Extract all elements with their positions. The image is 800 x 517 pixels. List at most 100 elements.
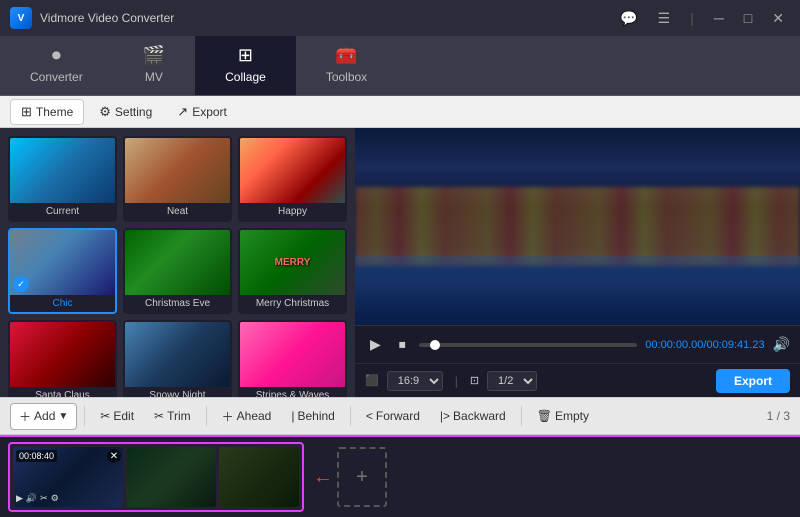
theme-neat[interactable]: Neat xyxy=(123,136,232,222)
volume-clip1-icon[interactable]: 🔊 xyxy=(26,493,37,504)
play-button[interactable]: ▶ xyxy=(365,333,386,356)
theme-button[interactable]: ⊞ Theme xyxy=(10,99,84,125)
app-title: Vidmore Video Converter xyxy=(40,11,174,25)
empty-button[interactable]: 🗑 Empty xyxy=(529,405,597,427)
separator-line: | xyxy=(684,8,700,28)
add-clip-icon: + xyxy=(356,466,368,489)
window-controls[interactable]: 💬 ☰ | ─ □ ✕ xyxy=(614,8,790,29)
tab-toolbox-label: Toolbox xyxy=(326,70,367,84)
theme-grid: Current Neat Happy ✓ Chic Christmas Eve xyxy=(8,136,347,397)
export-sub-button[interactable]: ↗ Export xyxy=(167,100,237,124)
clip3-thumbnail xyxy=(219,447,299,507)
theme-snowy[interactable]: Snowy Night xyxy=(123,320,232,397)
forward-button[interactable]: < Forward xyxy=(358,405,428,427)
edit-clip1-icon[interactable]: ⚙ xyxy=(51,493,59,504)
santa-label: Santa Claus xyxy=(35,390,89,397)
tab-toolbox[interactable]: 🧰 Toolbox xyxy=(296,36,397,95)
theme-santa[interactable]: Santa Claus xyxy=(8,320,117,397)
menu-icon[interactable]: ☰ xyxy=(652,8,677,29)
ahead-label: Ahead xyxy=(237,409,272,423)
christmas-label: Christmas Eve xyxy=(145,298,210,309)
page-counter: 1 / 3 xyxy=(767,409,790,423)
snowy-thumbnail xyxy=(125,322,230,387)
sub-toolbar: ⊞ Theme ⚙ Setting ↗ Export xyxy=(0,96,800,128)
clip1-duration: 00:08:40 xyxy=(16,450,57,462)
happy-label: Happy xyxy=(278,206,307,217)
current-label: Current xyxy=(46,206,79,217)
add-label: Add xyxy=(34,409,55,423)
divider1: | xyxy=(455,374,458,388)
clip1-close[interactable]: ✕ xyxy=(107,449,121,463)
behind-label: Behind xyxy=(297,409,334,423)
preview-controls2: ⬛ 16:9 | ⊡ 1/2 Export xyxy=(355,363,800,397)
app-icon: V xyxy=(10,7,32,29)
preview-panel: ▶ ⏹ 00:00:00.00/00:09:41.23 🔊 ⬛ 16:9 | ⊡… xyxy=(355,128,800,397)
backward-icon: |> xyxy=(440,409,450,423)
forward-icon: < xyxy=(366,409,373,423)
toolbox-icon: 🧰 xyxy=(335,45,357,66)
tab-mv[interactable]: 🎬 MV xyxy=(113,36,195,95)
merry-thumbnail: MERRY xyxy=(240,230,345,295)
clip-2[interactable] xyxy=(126,447,216,507)
clip-3[interactable] xyxy=(219,447,299,507)
arrow-icon: ← xyxy=(313,466,333,489)
volume-icon[interactable]: 🔊 xyxy=(773,336,790,353)
playback-controls: ▶ ⏹ 00:00:00.00/00:09:41.23 🔊 xyxy=(355,325,800,363)
tab-converter[interactable]: ⏺ Converter xyxy=(0,36,113,95)
theme-icon: ⊞ xyxy=(21,104,32,120)
chic-label: Chic xyxy=(52,298,72,309)
edit-icon: ✂ xyxy=(100,409,110,423)
crop-clip1-icon[interactable]: ✂ xyxy=(40,493,48,504)
export-button[interactable]: Export xyxy=(716,369,790,393)
add-dropdown-icon[interactable]: ▼ xyxy=(58,411,68,422)
time-display: 00:00:00.00/00:09:41.23 xyxy=(645,339,764,351)
tab-converter-label: Converter xyxy=(30,70,83,84)
setting-button[interactable]: ⚙ Setting xyxy=(89,100,162,124)
trash-icon: 🗑 xyxy=(537,409,552,423)
theme-current[interactable]: Current xyxy=(8,136,117,222)
ratio-select[interactable]: 16:9 xyxy=(387,371,443,391)
ahead-button[interactable]: ＋ Ahead xyxy=(214,404,280,429)
progress-bar[interactable] xyxy=(419,343,638,347)
santa-thumbnail xyxy=(10,322,115,387)
trim-button[interactable]: ✂ Trim xyxy=(146,405,199,427)
add-button[interactable]: ＋ Add ▼ xyxy=(10,403,77,430)
edit-label: Edit xyxy=(113,409,134,423)
stop-button[interactable]: ⏹ xyxy=(394,333,411,356)
behind-button[interactable]: | Behind xyxy=(283,405,343,427)
theme-label: Theme xyxy=(36,105,73,119)
content-area: Current Neat Happy ✓ Chic Christmas Eve xyxy=(0,128,800,397)
backward-label: Backward xyxy=(453,409,506,423)
theme-christmas[interactable]: Christmas Eve xyxy=(123,228,232,314)
neat-label: Neat xyxy=(167,206,188,217)
minimize-button[interactable]: ─ xyxy=(708,8,730,28)
main-nav: ⏺ Converter 🎬 MV ⊞ Collage 🧰 Toolbox xyxy=(0,36,800,96)
close-button[interactable]: ✕ xyxy=(766,8,790,29)
edit-button[interactable]: ✂ Edit xyxy=(92,405,142,427)
separator1 xyxy=(84,406,85,426)
trim-label: Trim xyxy=(167,409,191,423)
tab-collage[interactable]: ⊞ Collage xyxy=(195,36,296,95)
clip-1[interactable]: 00:08:40 ✕ ▶ 🔊 ✂ ⚙ xyxy=(13,447,123,507)
theme-chic[interactable]: ✓ Chic xyxy=(8,228,117,314)
add-clip-button[interactable]: + xyxy=(337,447,387,507)
theme-merry[interactable]: MERRY Merry Christmas xyxy=(238,228,347,314)
maximize-button[interactable]: □ xyxy=(738,8,758,28)
backward-button[interactable]: |> Backward xyxy=(432,405,514,427)
split-select[interactable]: 1/2 xyxy=(487,371,537,391)
theme-stripes[interactable]: Stripes & Waves xyxy=(238,320,347,397)
clip2-thumbnail xyxy=(126,447,216,507)
selected-check-icon: ✓ xyxy=(13,276,29,292)
preview-background xyxy=(355,128,800,325)
split-icon: ⊡ xyxy=(470,374,479,387)
snowy-label: Snowy Night xyxy=(149,390,205,397)
separator2 xyxy=(206,406,207,426)
ahead-icon: ＋ xyxy=(222,408,234,425)
progress-handle[interactable] xyxy=(430,340,440,350)
tab-collage-label: Collage xyxy=(225,70,266,84)
play-clip1-icon[interactable]: ▶ xyxy=(16,493,23,504)
separator3 xyxy=(350,406,351,426)
chat-icon[interactable]: 💬 xyxy=(614,8,643,29)
current-thumbnail xyxy=(10,138,115,203)
theme-happy[interactable]: Happy xyxy=(238,136,347,222)
